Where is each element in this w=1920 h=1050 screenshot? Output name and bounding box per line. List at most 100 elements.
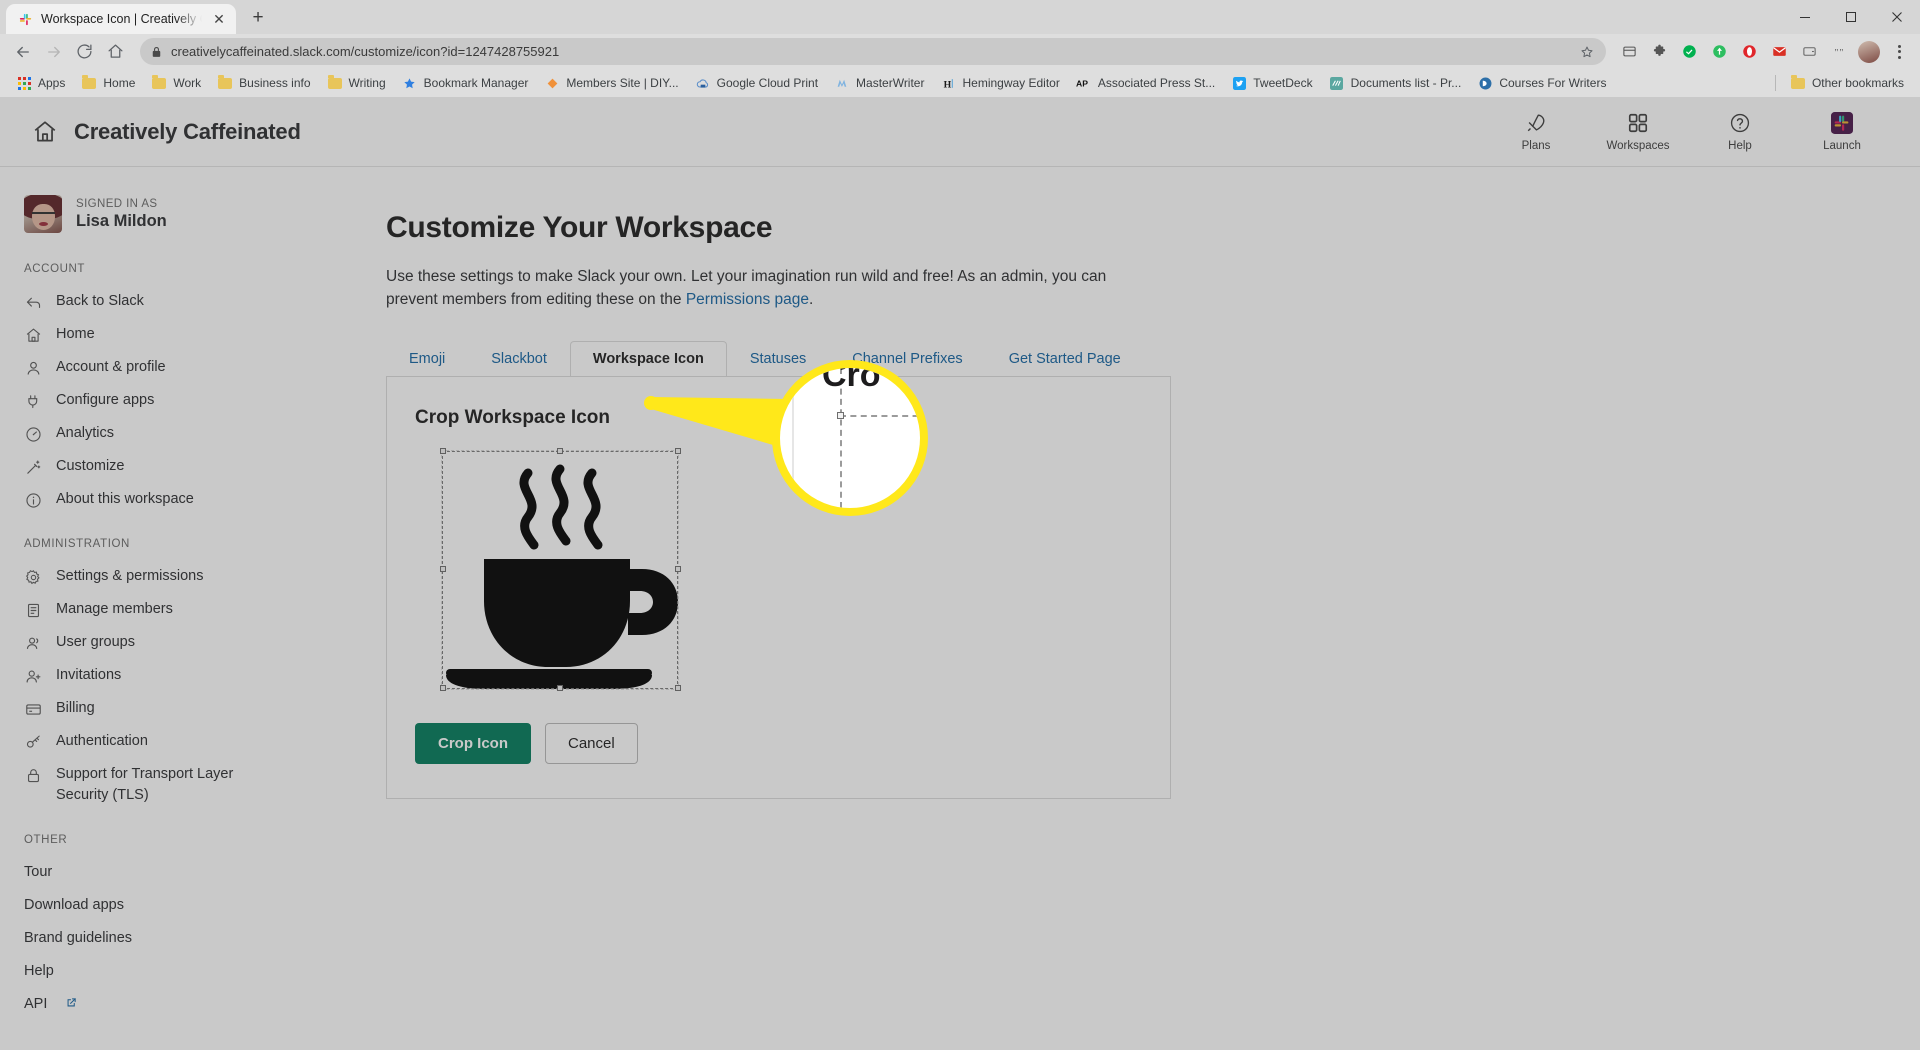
- profile-avatar[interactable]: [1856, 39, 1882, 65]
- reload-icon[interactable]: [70, 37, 99, 66]
- bookmark-label: Writing: [349, 76, 386, 90]
- sidebar-item-configure-apps[interactable]: Configure apps: [24, 384, 239, 417]
- minimize-icon[interactable]: [1782, 0, 1828, 34]
- sidebar-item-about-this-workspace[interactable]: About this workspace: [24, 483, 239, 516]
- masterwriter-icon: [834, 75, 850, 91]
- home-icon[interactable]: [101, 37, 130, 66]
- sidebar-item-user-groups[interactable]: User groups: [24, 626, 239, 659]
- sidebar-item-label: User groups: [56, 632, 135, 653]
- bookmark-business-info[interactable]: Business info: [209, 72, 318, 94]
- sidebar-group-other: OTHER Tour Download apps Brand guideline…: [24, 834, 280, 1021]
- slack-icon: [18, 12, 33, 27]
- sidebar-item-help[interactable]: Help: [24, 955, 239, 988]
- crop-handle-e[interactable]: [675, 566, 681, 572]
- star-icon[interactable]: [1578, 45, 1596, 59]
- sidebar-item-customize[interactable]: Customize: [24, 450, 239, 483]
- crop-handle-nw[interactable]: [440, 448, 446, 454]
- crop-handle-w[interactable]: [440, 566, 446, 572]
- browser-tab[interactable]: Workspace Icon | Creatively Caffe ✕: [6, 4, 236, 34]
- bookmark-google-cloud-print[interactable]: Google Cloud Print: [687, 72, 826, 94]
- grammarly-icon[interactable]: "": [1826, 39, 1852, 65]
- sidebar-item-home[interactable]: Home: [24, 318, 239, 351]
- sidebar-item-invitations[interactable]: Invitations: [24, 659, 239, 692]
- evernote-icon[interactable]: [1706, 39, 1732, 65]
- tab-channel-prefixes[interactable]: Channel Prefixes: [829, 341, 985, 377]
- sidebar-item-label: Authentication: [56, 731, 148, 752]
- crop-handle-se[interactable]: [675, 685, 681, 691]
- close-icon[interactable]: [1874, 0, 1920, 34]
- gmail-icon[interactable]: [1766, 39, 1792, 65]
- sidebar-item-api[interactable]: API: [24, 988, 239, 1021]
- sidebar-item-analytics[interactable]: Analytics: [24, 417, 239, 450]
- apps-grid-icon: [16, 75, 32, 91]
- home-icon[interactable]: [30, 117, 60, 147]
- close-icon[interactable]: ✕: [210, 10, 228, 28]
- bookmark-members-site[interactable]: Members Site | DIY...: [536, 72, 686, 94]
- cloud-print-icon: [695, 75, 711, 91]
- header-action-help[interactable]: Help: [1708, 111, 1772, 152]
- crop-handle-s[interactable]: [557, 685, 563, 691]
- sidebar-item-account-profile[interactable]: Account & profile: [24, 351, 239, 384]
- bookmark-label: Business info: [239, 76, 310, 90]
- reading-list-icon[interactable]: [1616, 39, 1642, 65]
- bookmark-other-bookmarks[interactable]: Other bookmarks: [1782, 72, 1912, 94]
- tab-workspace-icon[interactable]: Workspace Icon: [570, 341, 727, 377]
- tab-slackbot[interactable]: Slackbot: [468, 341, 570, 377]
- slack-admin-page: Creatively Caffeinated Plans Workspaces: [0, 97, 1920, 1050]
- sidebar-item-label: Help: [24, 961, 54, 982]
- bookmark-work[interactable]: Work: [143, 72, 209, 94]
- new-tab-button[interactable]: +: [244, 4, 272, 32]
- header-action-workspaces[interactable]: Workspaces: [1606, 111, 1670, 152]
- bookmark-label: MasterWriter: [856, 76, 924, 90]
- header-action-plans[interactable]: Plans: [1504, 111, 1568, 152]
- sidebar-item-manage-members[interactable]: Manage members: [24, 593, 239, 626]
- crop-handle-sw[interactable]: [440, 685, 446, 691]
- bookmark-bookmark-manager[interactable]: Bookmark Manager: [394, 72, 537, 94]
- sidebar-item-authentication[interactable]: Authentication: [24, 725, 239, 758]
- bookmark-apps[interactable]: Apps: [8, 72, 73, 94]
- permissions-page-link[interactable]: Permissions page: [686, 291, 809, 308]
- sidebar-item-download-apps[interactable]: Download apps: [24, 889, 239, 922]
- wallet-icon[interactable]: [1796, 39, 1822, 65]
- messenger-icon[interactable]: [1676, 39, 1702, 65]
- bookmark-tweetdeck[interactable]: TweetDeck: [1223, 72, 1320, 94]
- sidebar-item-support-tls[interactable]: Support for Transport Layer Security (TL…: [24, 758, 239, 812]
- window-controls: [1782, 0, 1920, 34]
- opera-icon[interactable]: [1736, 39, 1762, 65]
- sidebar-item-label: Home: [56, 324, 95, 345]
- header-action-launch[interactable]: Launch: [1810, 111, 1874, 152]
- sidebar-item-brand-guidelines[interactable]: Brand guidelines: [24, 922, 239, 955]
- tab-statuses[interactable]: Statuses: [727, 341, 829, 377]
- panel-buttons: Crop Icon Cancel: [415, 723, 1142, 764]
- bookmark-writing[interactable]: Writing: [319, 72, 394, 94]
- folder-icon: [1790, 75, 1806, 91]
- twitter-icon: [1231, 75, 1247, 91]
- bookmark-documents-list[interactable]: Documents list - Pr...: [1321, 72, 1470, 94]
- page-title: Customize Your Workspace: [386, 211, 1920, 245]
- svg-text:": ": [1839, 48, 1843, 58]
- tab-get-started-page[interactable]: Get Started Page: [986, 341, 1144, 377]
- sidebar-item-back-to-slack[interactable]: Back to Slack: [24, 285, 239, 318]
- maximize-icon[interactable]: [1828, 0, 1874, 34]
- tab-emoji[interactable]: Emoji: [386, 341, 468, 377]
- bookmark-masterwriter[interactable]: MasterWriter: [826, 72, 932, 94]
- crop-handle-ne[interactable]: [675, 448, 681, 454]
- extension-puzzle-icon[interactable]: [1646, 39, 1672, 65]
- crop-handle-n[interactable]: [557, 448, 563, 454]
- sidebar-item-billing[interactable]: Billing: [24, 692, 239, 725]
- crop-selection-box[interactable]: [442, 451, 678, 689]
- sidebar-item-settings-permissions[interactable]: Settings & permissions: [24, 560, 239, 593]
- sidebar-item-label: API: [24, 994, 47, 1015]
- address-bar[interactable]: creativelycaffeinated.slack.com/customiz…: [140, 38, 1606, 65]
- bookmark-hemingway-editor[interactable]: H Hemingway Editor: [932, 72, 1067, 94]
- cancel-button[interactable]: Cancel: [545, 723, 638, 764]
- bookmark-courses-for-writers[interactable]: Courses For Writers: [1469, 72, 1614, 94]
- crop-icon-button[interactable]: Crop Icon: [415, 723, 531, 764]
- kebab-menu-icon[interactable]: [1886, 39, 1912, 65]
- sidebar-item-tour[interactable]: Tour: [24, 856, 239, 889]
- bookmark-associated-press[interactable]: AP Associated Press St...: [1068, 72, 1223, 94]
- forward-arrow-icon[interactable]: [39, 37, 68, 66]
- back-arrow-icon[interactable]: [8, 37, 37, 66]
- bookmark-home[interactable]: Home: [73, 72, 143, 94]
- bookmark-label: Bookmark Manager: [424, 76, 529, 90]
